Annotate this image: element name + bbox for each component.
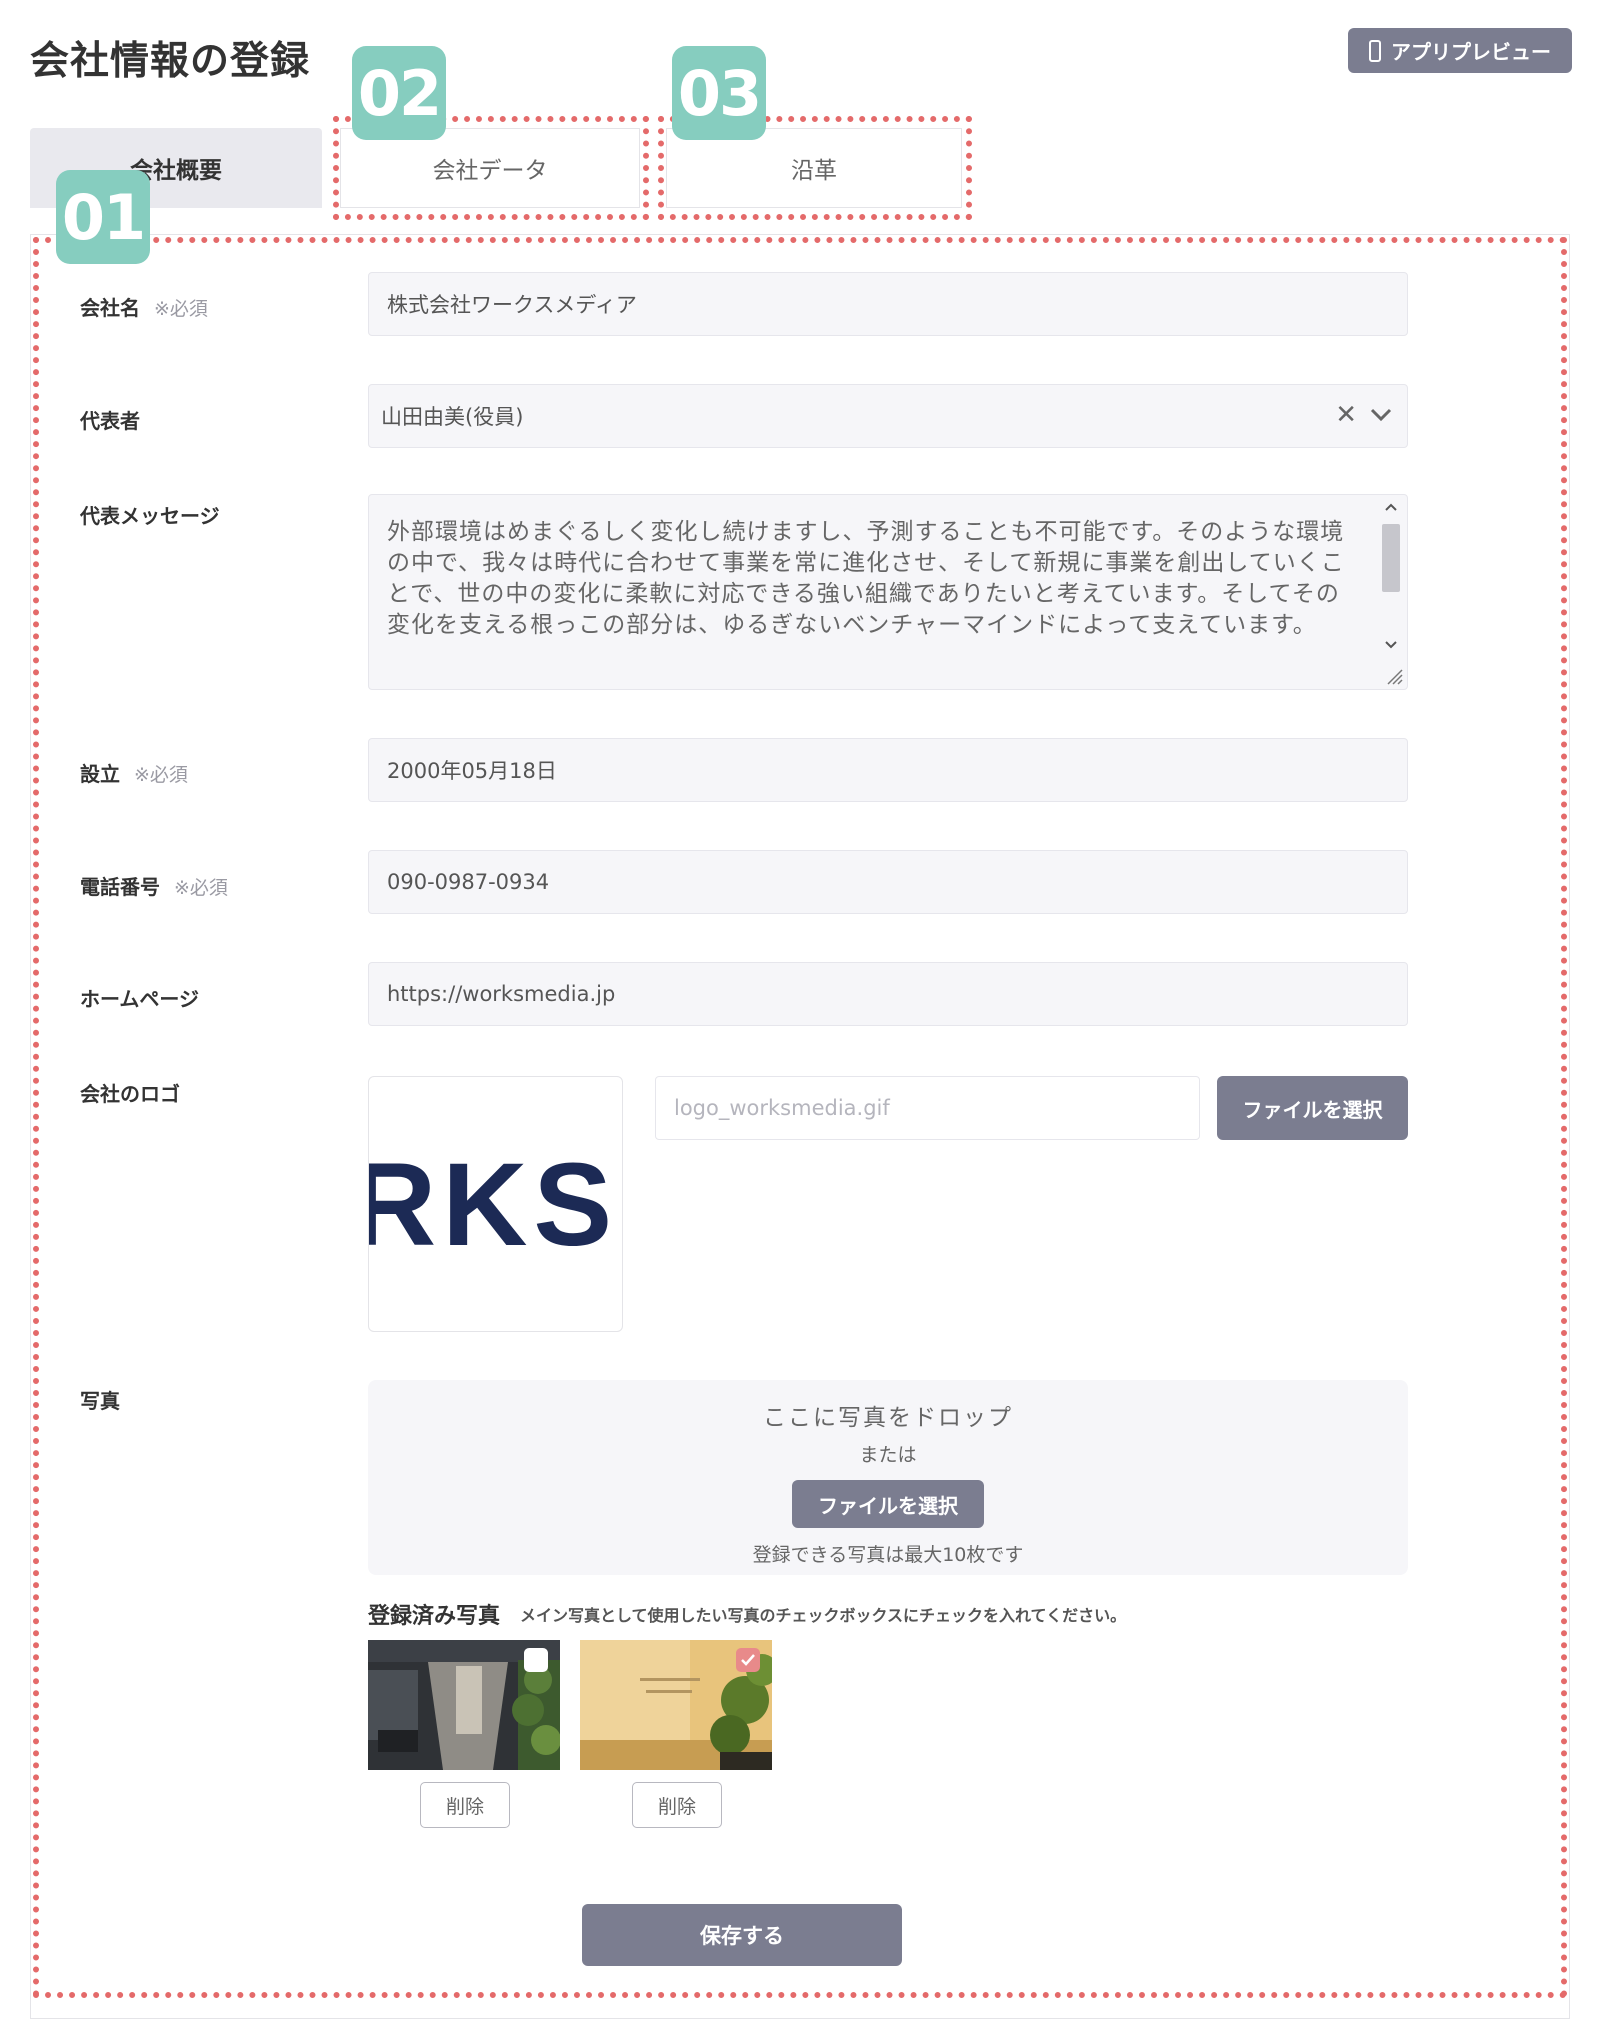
homepage-input[interactable]: https://worksmedia.jp — [368, 962, 1408, 1026]
logo-preview: RKS — [368, 1076, 623, 1332]
representative-label: 代表者 — [80, 409, 140, 433]
annotation-badge-01: 01 — [56, 170, 150, 264]
company-name-label: 会社名 ※必須 — [80, 292, 208, 321]
phone-label-text: 電話番号 — [80, 875, 160, 899]
message-label: 代表メッセージ — [80, 504, 220, 528]
logo-label: 会社のロゴ — [80, 1082, 180, 1106]
message-scrollbar[interactable] — [1380, 500, 1402, 680]
homepage-label: ホームページ — [80, 987, 199, 1011]
company-name-input[interactable]: 株式会社ワークスメディア — [368, 272, 1408, 336]
photo-limit-text: 登録できる写真は最大10枚です — [752, 1544, 1024, 1566]
app-preview-label: アプリプレビュー — [1391, 40, 1551, 64]
annotation-badge-02: 02 — [352, 46, 446, 140]
phone-input[interactable]: 090-0987-0934 — [368, 850, 1408, 914]
registered-photo-2[interactable] — [580, 1640, 772, 1770]
representative-value: 山田由美(役員) — [381, 405, 524, 429]
photos-label: 写真 — [80, 1389, 120, 1413]
clear-icon[interactable]: ✕ — [1335, 400, 1357, 430]
registered-photos-hint: メイン写真として使用したい写真のチェックボックスにチェックを入れてください。 — [520, 1606, 1127, 1625]
app-preview-button[interactable]: アプリプレビュー — [1348, 28, 1572, 73]
logo-choose-file-button[interactable]: ファイルを選択 — [1217, 1076, 1408, 1140]
logo-image: RKS — [368, 1139, 619, 1271]
registered-photo-1[interactable] — [368, 1640, 560, 1770]
registered-photos-title: 登録済み写真 — [368, 1604, 501, 1629]
resize-handle-icon[interactable] — [1384, 666, 1404, 686]
founded-label-text: 設立 — [80, 762, 120, 786]
save-button[interactable]: 保存する — [582, 1904, 902, 1966]
founded-label: 設立 ※必須 — [80, 758, 188, 787]
page-title: 会社情報の登録 — [30, 39, 311, 84]
checkbox-icon[interactable] — [524, 1648, 548, 1672]
dropzone-or-text: または — [859, 1444, 917, 1466]
check-icon — [741, 1654, 755, 1666]
checkbox-icon[interactable] — [736, 1648, 760, 1672]
logo-filename-input[interactable]: logo_worksmedia.gif — [655, 1076, 1200, 1140]
annotation-badge-03: 03 — [672, 46, 766, 140]
company-name-label-text: 会社名 — [80, 296, 140, 320]
delete-photo-1-button[interactable]: 削除 — [420, 1782, 510, 1828]
required-mark: ※必須 — [174, 877, 228, 899]
phone-label: 電話番号 ※必須 — [80, 871, 228, 900]
scrollbar-thumb[interactable] — [1382, 524, 1400, 592]
required-mark: ※必須 — [134, 764, 188, 786]
photo-choose-file-button[interactable]: ファイルを選択 — [792, 1480, 984, 1528]
delete-photo-2-button[interactable]: 削除 — [632, 1782, 722, 1828]
message-textarea[interactable]: 外部環境はめまぐるしく変化し続けますし、予測することも不可能です。そのような環境… — [368, 494, 1408, 690]
founded-input[interactable]: 2000年05月18日 — [368, 738, 1408, 802]
scroll-up-icon[interactable] — [1384, 502, 1398, 512]
dropzone-text: ここに写真をドロップ — [763, 1405, 1013, 1431]
representative-select[interactable]: 山田由美(役員) ✕ — [368, 384, 1408, 448]
scroll-down-icon[interactable] — [1384, 640, 1398, 650]
required-mark: ※必須 — [154, 298, 208, 320]
chevron-down-icon[interactable] — [1369, 407, 1393, 423]
phone-icon — [1369, 39, 1381, 62]
